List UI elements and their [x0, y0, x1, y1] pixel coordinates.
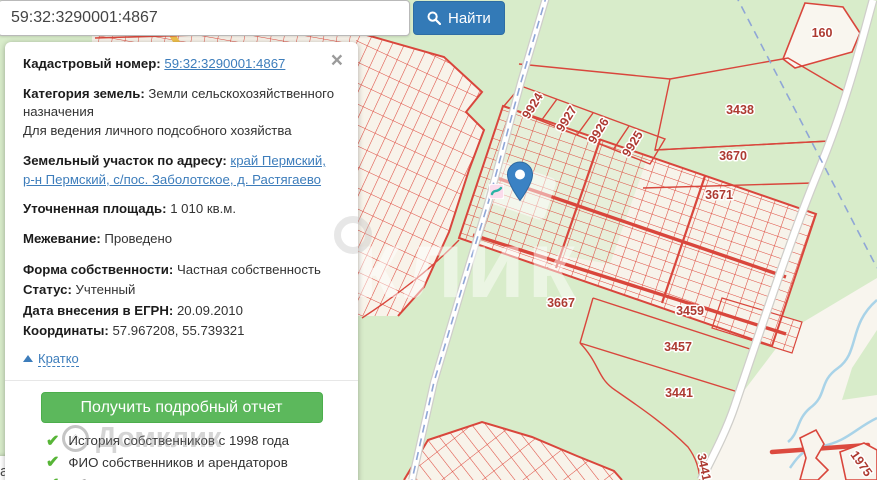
list-item: ✔ История собственников с 1998 года — [46, 432, 340, 451]
parcel-label: 3667 — [547, 296, 575, 310]
status-value: Учтенный — [75, 282, 136, 298]
land-use-note: Для ведения личного подсобного хозяйства — [23, 123, 292, 139]
land-category-label: Категория земель: — [23, 85, 145, 101]
survey-label: Межевание: — [23, 231, 101, 247]
parcel-label: 3671 — [705, 188, 733, 202]
land-category-row: Категория земель: Земли сельскохозяйстве… — [23, 85, 340, 141]
coordinates-value: 57.967208, 55.739321 — [112, 323, 245, 339]
area-value: 1 010 кв.м. — [170, 201, 237, 217]
get-report-button[interactable]: Получить подробный отчет — [40, 392, 323, 424]
search-icon — [427, 11, 441, 25]
parcel-label: 3441 — [665, 386, 693, 400]
ownership-value: Частная собственность — [176, 261, 321, 277]
feature-label: История собственников с 1998 года — [68, 433, 290, 449]
survey-row: Межевание: Проведено — [23, 230, 340, 249]
parcel-label: 3670 — [719, 149, 747, 163]
ownership-label: Форма собственности: — [23, 261, 174, 277]
cadastral-number-label: Кадастровый номер: — [23, 56, 161, 71]
triangle-up-icon — [23, 354, 33, 362]
egrn-date-label: Дата внесения в ЕГРН: — [23, 302, 174, 318]
parcel-label: 160 — [812, 26, 833, 40]
address-row: Земельный участок по адресу: край Пермск… — [23, 152, 340, 189]
parcel-label: 3438 — [726, 103, 754, 117]
details-block: Форма собственности: Частная собственнос… — [23, 260, 340, 342]
egrn-date-value: 20.09.2010 — [176, 302, 243, 318]
close-icon[interactable]: × — [327, 46, 347, 75]
collapse-link[interactable]: Кратко — [38, 350, 79, 367]
area-label: Уточненная площадь: — [23, 201, 167, 217]
parcel-info-card: × Кадастровый номер: 59:32:3290001:4867 … — [5, 42, 358, 480]
cadastral-number-link[interactable]: 59:32:3290001:4867 — [164, 56, 285, 71]
feature-label: Обременения — [68, 476, 154, 480]
report-features-list: ✔ История собственников с 1998 года ✔ ФИ… — [23, 432, 340, 480]
check-icon: ✔ — [46, 454, 60, 472]
parcel-label: 3459 — [676, 304, 704, 318]
cadastral-number-row: Кадастровый номер: 59:32:3290001:4867 — [23, 55, 340, 74]
feature-label: ФИО собственников и арендаторов — [68, 455, 288, 471]
parcel-label: 3457 — [664, 340, 692, 354]
area-row: Уточненная площадь: 1 010 кв.м. — [23, 200, 340, 219]
survey-value: Проведено — [104, 231, 173, 247]
list-item: ✔ ФИО собственников и арендаторов — [46, 454, 340, 473]
list-item: ✔ Обременения — [46, 476, 340, 480]
collapse-row: Кратко — [23, 350, 340, 368]
divider — [5, 380, 358, 382]
find-button[interactable]: Найти — [413, 1, 505, 35]
address-label: Земельный участок по адресу: — [23, 152, 227, 168]
page: 160 9924 9927 9926 9925 3438 3670 3671 3667 3459 3… — [0, 0, 877, 480]
coordinates-label: Координаты: — [23, 323, 109, 339]
find-button-label: Найти — [448, 9, 491, 27]
status-label: Статус: — [23, 282, 72, 298]
check-icon: ✔ — [46, 432, 60, 450]
search-input[interactable] — [0, 0, 410, 36]
